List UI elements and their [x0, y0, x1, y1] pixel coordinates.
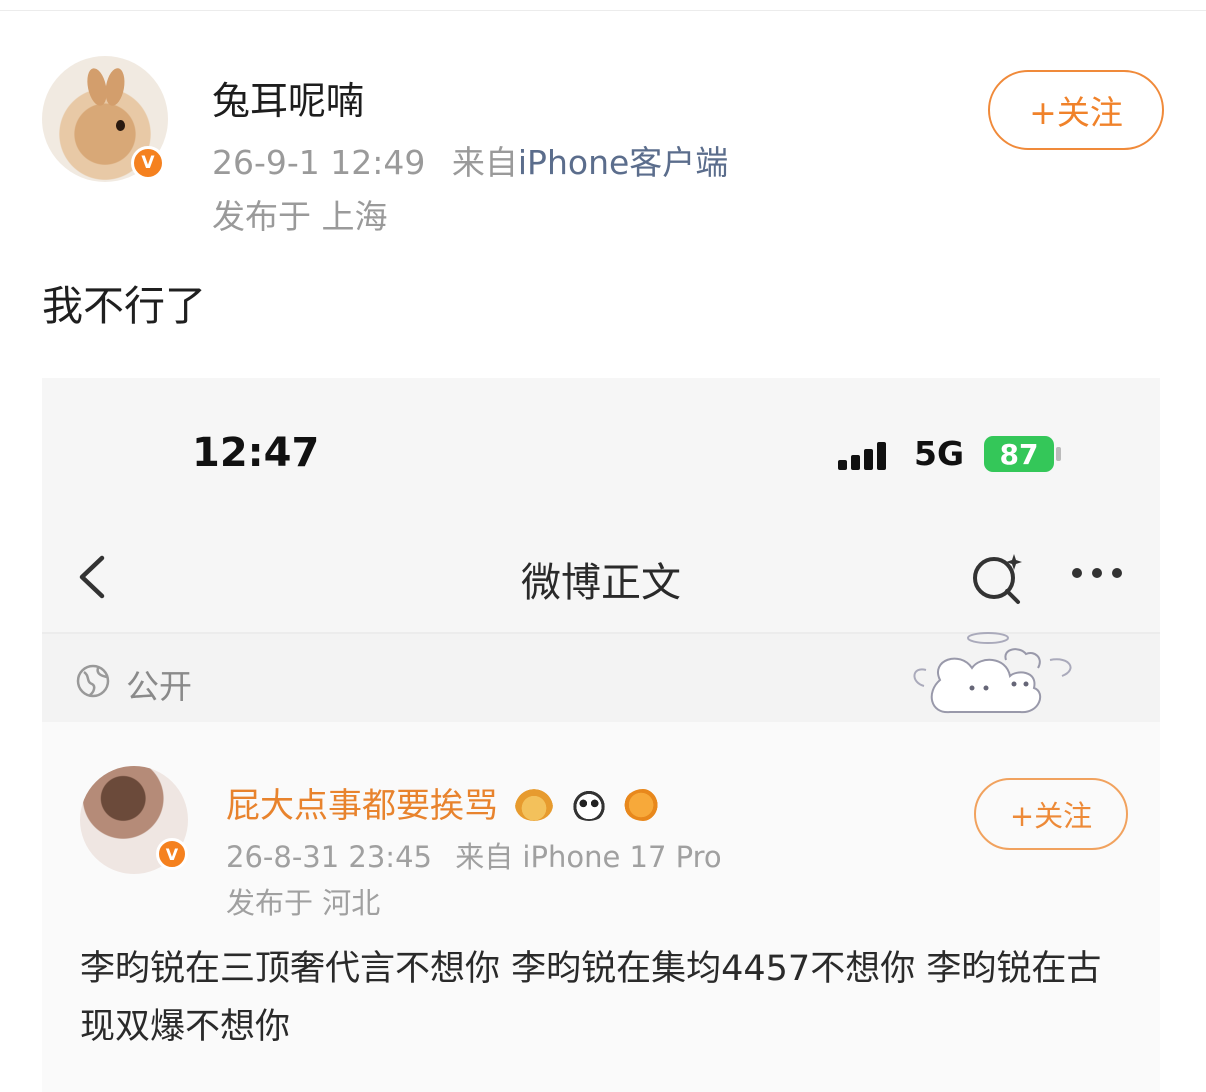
inner-verified-icon: V — [156, 838, 188, 870]
crown-emoji — [514, 789, 553, 821]
battery-level: 87 — [999, 437, 1039, 471]
timestamp: 26-9-1 12:49 — [212, 143, 426, 182]
post-text: 我不行了 — [42, 282, 206, 330]
panda-emoji — [569, 789, 608, 821]
avatar-eye — [116, 120, 125, 131]
follow-button[interactable]: +关注 — [988, 70, 1164, 150]
visibility-label: 公开 — [126, 667, 192, 706]
post-image[interactable]: 12:47 5G 87 微博正文 公开 V 屁大点事都要挨骂 26-8-31 2… — [42, 378, 1160, 1092]
inner-username-text[interactable]: 屁大点事都要挨骂 — [226, 786, 498, 826]
status-time: 12:47 — [192, 430, 320, 476]
search-icon[interactable] — [970, 550, 1026, 606]
globe-icon — [76, 664, 110, 698]
inner-username: 屁大点事都要挨骂 — [226, 778, 663, 827]
inner-location: 发布于 河北 — [226, 886, 381, 920]
avatar-ear — [102, 66, 128, 108]
source-link[interactable]: iPhone客户端 — [518, 143, 728, 182]
signal-icon — [838, 440, 898, 470]
fish-emoji — [624, 789, 663, 821]
source-prefix: 来自 — [451, 143, 518, 182]
battery-cap — [1056, 447, 1061, 461]
network-label: 5G — [914, 434, 965, 473]
post-meta: 26-9-1 12:49 来自iPhone客户端 — [212, 136, 728, 184]
verified-icon: V — [131, 146, 165, 180]
inner-follow-button[interactable]: +关注 — [974, 778, 1128, 850]
top-divider — [0, 10, 1206, 11]
inner-source: 来自 iPhone 17 Pro — [455, 840, 722, 874]
location: 发布于 上海 — [212, 197, 388, 236]
inner-post-text: 李昀锐在三顶奢代言不想你 李昀锐在集均4457不想你 李昀锐在古现双爆不想你 — [80, 949, 1102, 1047]
more-icon[interactable] — [1068, 566, 1128, 580]
inner-timestamp: 26-8-31 23:45 — [226, 840, 432, 874]
cat-sticker-icon — [913, 632, 1072, 714]
inner-post-card[interactable]: V 屁大点事都要挨骂 26-8-31 23:45 来自 iPhone 17 Pr… — [42, 722, 1160, 1092]
battery-icon: 87 — [984, 436, 1054, 472]
username[interactable]: 兔耳呢喃 — [212, 70, 364, 125]
inner-meta: 26-8-31 23:45 来自 iPhone 17 Pro — [226, 834, 722, 876]
